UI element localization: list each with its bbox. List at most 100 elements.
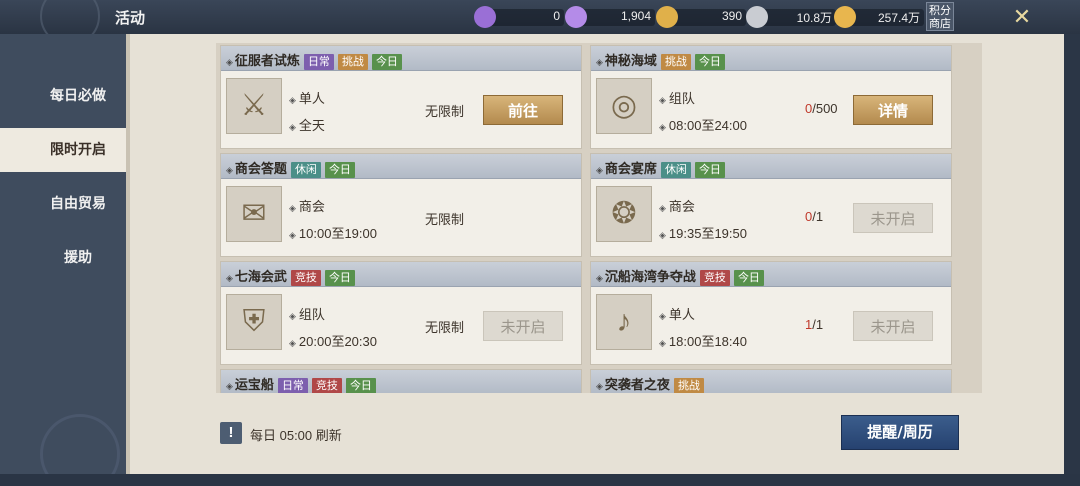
gold-ingot-icon[interactable] (834, 6, 856, 28)
activity-tag: 挑战 (673, 378, 704, 393)
close-x-icon[interactable]: ✕ (1010, 5, 1034, 29)
page-title: 活动 (115, 9, 146, 27)
activity-tag: 挑战 (660, 54, 691, 70)
activity-title: 神秘海域 (604, 54, 657, 69)
sidebar-item-label: 自由贸易 (50, 196, 106, 212)
currency-value: 390 (721, 9, 742, 23)
activity-title: 商会宴席 (604, 162, 657, 177)
activity-tag: 今日 (371, 54, 402, 70)
activity-name: 神秘海域挑战今日 (596, 50, 725, 70)
card-header: 征服者试炼日常挑战今日 (221, 46, 581, 71)
currency-1: 1,904 (565, 6, 655, 28)
card-header: 突袭者之夜挑战 (591, 370, 951, 393)
activity-mode: 商会 (289, 196, 325, 215)
activity-card[interactable]: 商会宴席休闲今日 ❂ 商会 19:35至19:50 0/1 未开启 (590, 153, 952, 257)
activity-mode: 组队 (659, 88, 695, 107)
activity-action-button[interactable]: 未开启 (853, 203, 933, 233)
activity-title: 商会答题 (234, 162, 287, 177)
activity-card[interactable]: 突袭者之夜挑战 (590, 369, 952, 393)
currency-value: 10.8万 (796, 11, 832, 25)
crossed-swords-icon[interactable]: ⚔ (226, 78, 282, 134)
activity-tag: 日常 (303, 54, 334, 70)
activity-card[interactable]: 商会答题休闲今日 ✉ 商会 10:00至19:00 无限制 (220, 153, 582, 257)
sidebar-item-label: 每日必做 (50, 88, 106, 104)
activity-list[interactable]: 征服者试炼日常挑战今日⚔单人全天无限制前往神秘海域挑战今日◎组队08:00至24… (216, 43, 982, 393)
whirlpool-icon[interactable]: ◎ (596, 78, 652, 134)
activity-card[interactable]: 七海会武竞技今日 ⛨ 组队 20:00至20:30 无限制 未开启 (220, 261, 582, 365)
count-max: /500 (812, 101, 838, 116)
roast-meat-icon[interactable]: ❂ (596, 186, 652, 242)
points-shop-button[interactable]: 积分 商店 (926, 2, 954, 31)
activity-tag: 日常 (277, 378, 308, 393)
sidebar: 每日必做 限时开启 自由贸易 援助 (0, 34, 126, 486)
reminder-calendar-button[interactable]: 提醒/周历 (841, 415, 959, 450)
purple-gem-icon[interactable] (474, 6, 496, 28)
scroll-quill-icon[interactable]: ✉ (226, 186, 282, 242)
activity-count: 0/1 (805, 209, 823, 224)
activity-time: 19:35至19:50 (659, 223, 747, 242)
activity-action-button[interactable]: 未开启 (483, 311, 563, 341)
activity-title: 运宝船 (234, 378, 274, 393)
sidebar-item-daily[interactable]: 每日必做 (0, 74, 126, 118)
silver-coin-icon[interactable] (746, 6, 768, 28)
sidebar-item-trade[interactable]: 自由贸易 (0, 182, 126, 226)
bottom-strip (0, 474, 1080, 486)
currency-value: 1,904 (620, 9, 651, 23)
card-header: 商会答题休闲今日 (221, 154, 581, 179)
activity-name: 征服者试炼日常挑战今日 (226, 50, 402, 70)
activity-time: 全天 (289, 115, 325, 134)
horn-icon[interactable]: ♪ (596, 294, 652, 350)
activity-mode: 单人 (289, 88, 325, 107)
activity-count: 0/500 (805, 101, 838, 116)
currency-4: 257.4万 (834, 6, 924, 28)
sidebar-item-limited[interactable]: 限时开启 (0, 128, 126, 172)
currency-3: 10.8万 (746, 6, 836, 28)
activity-action-button[interactable]: 前往 (483, 95, 563, 125)
activity-title: 七海会武 (234, 270, 287, 285)
activity-count: 1/1 (805, 317, 823, 332)
activity-name: 七海会武竞技今日 (226, 266, 355, 286)
activity-title: 突袭者之夜 (604, 378, 670, 393)
count-max: /1 (812, 209, 824, 224)
activity-mode: 单人 (659, 304, 695, 323)
activity-tag: 今日 (694, 162, 725, 178)
activity-title: 沉船海湾争夺战 (604, 270, 696, 285)
currency-value: 257.4万 (877, 11, 920, 25)
activity-card[interactable]: 征服者试炼日常挑战今日 ⚔ 单人全天 无限制 前往 (220, 45, 582, 149)
shop-label-1: 积分 (929, 4, 951, 17)
purple-gem-bound-icon[interactable] (565, 6, 587, 28)
activity-tag: 今日 (324, 162, 355, 178)
shop-label-2: 商店 (929, 17, 951, 30)
activity-limit: 无限制 (425, 104, 465, 119)
sidebar-item-aid[interactable]: 援助 (0, 236, 126, 280)
activity-tag: 休闲 (290, 162, 321, 178)
activity-name: 运宝船日常竞技今日 (226, 374, 376, 393)
activity-action-button[interactable]: 详情 (853, 95, 933, 125)
currency-value: 0 (553, 9, 560, 23)
activity-mode: 商会 (659, 196, 695, 215)
activity-card[interactable]: 运宝船日常竞技今日 (220, 369, 582, 393)
activity-tag: 竞技 (311, 378, 342, 393)
activity-title: 征服者试炼 (234, 54, 300, 69)
activity-tag: 挑战 (337, 54, 368, 70)
warning-icon: ! (220, 422, 242, 444)
sidebar-item-label: 限时开启 (50, 142, 106, 158)
activity-action-button[interactable]: 未开启 (853, 311, 933, 341)
activity-panel: 征服者试炼日常挑战今日⚔单人全天无限制前往神秘海域挑战今日◎组队08:00至24… (126, 34, 1064, 474)
currency-2: 390 (656, 6, 746, 28)
gold-coin-icon[interactable] (656, 6, 678, 28)
card-header: 神秘海域挑战今日 (591, 46, 951, 71)
activity-mode: 组队 (289, 304, 325, 323)
activity-card[interactable]: 神秘海域挑战今日 ◎ 组队 08:00至24:00 0/500 详情 (590, 45, 952, 149)
activity-limit: 无限制 (425, 320, 465, 335)
count-max: /1 (812, 317, 824, 332)
emblem-shield-icon[interactable]: ⛨ (226, 294, 282, 350)
card-header: 七海会武竞技今日 (221, 262, 581, 287)
activity-tag: 竞技 (699, 270, 730, 286)
activity-card[interactable]: 沉船海湾争夺战竞技今日 ♪ 单人 18:00至18:40 1/1 未开启 (590, 261, 952, 365)
activity-tag: 今日 (345, 378, 376, 393)
activity-time: 20:00至20:30 (289, 331, 377, 350)
card-header: 运宝船日常竞技今日 (221, 370, 581, 393)
activity-time: 08:00至24:00 (659, 115, 747, 134)
activity-name: 商会宴席休闲今日 (596, 158, 725, 178)
